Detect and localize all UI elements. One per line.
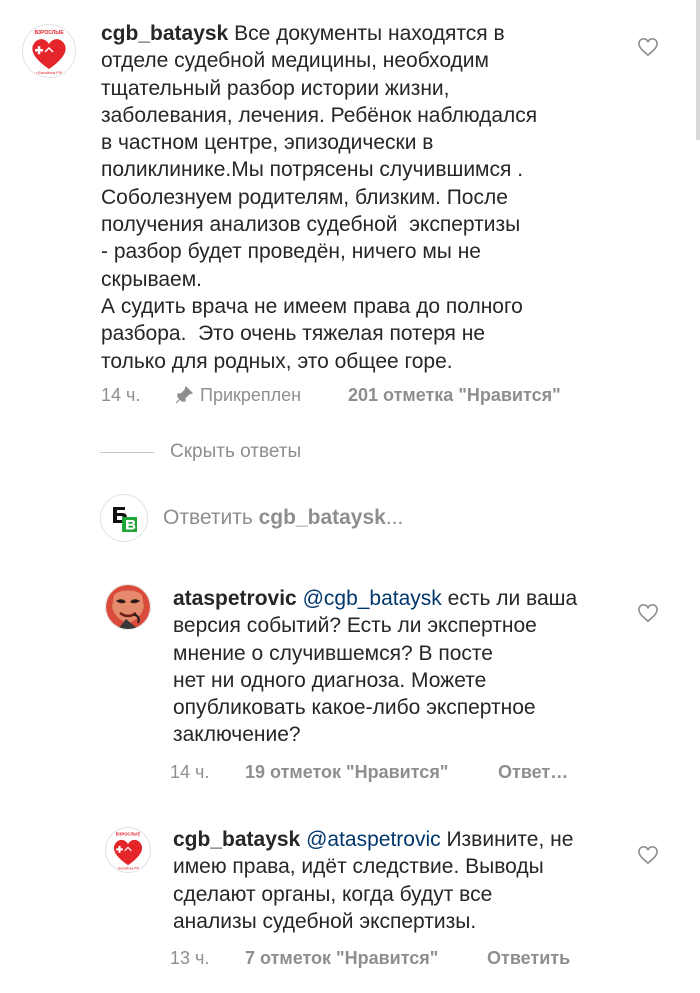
hospital-logo-icon: ВЗРОСЛЫЕ г.Батайска РФ <box>106 828 150 872</box>
reply-mention[interactable]: @ataspetrovic <box>306 828 441 851</box>
comment-meta: 14 ч. Прикреплен 201 отметка "Нравится" <box>101 385 661 409</box>
reply-text: ataspetrovic @cgb_bataysk есть ли ваша в… <box>173 585 633 749</box>
pin-icon <box>175 385 194 409</box>
reply-body: есть ли ваша версия событий? Есть ли экс… <box>173 587 578 747</box>
avatar-ataspetrovic[interactable] <box>105 584 151 630</box>
reply-time: 14 ч. <box>170 762 210 782</box>
comment-text: cgb_bataysk Все документы находятся в от… <box>101 20 661 375</box>
avatar-cgb-bataysk[interactable]: ВЗРОСЛЫЕ г.Батайска РФ <box>22 24 76 78</box>
avatar-bv-current-user <box>100 494 148 542</box>
reply-time: 13 ч. <box>170 948 210 968</box>
svg-text:г.Батайска РФ: г.Батайска РФ <box>36 70 62 75</box>
scrollbar-edge[interactable] <box>696 0 700 140</box>
svg-text:г.Батайска РФ: г.Батайска РФ <box>117 866 139 870</box>
svg-text:ВЗРОСЛЫЕ: ВЗРОСЛЫЕ <box>116 832 141 837</box>
reply-meta: 13 ч. 7 отметок "Нравится" Ответить <box>170 948 620 972</box>
avatar-cgb-bataysk-reply[interactable]: ВЗРОСЛЫЕ г.Батайска РФ <box>105 827 151 873</box>
hide-replies-button[interactable]: Скрыть ответы <box>170 441 301 463</box>
svg-text:ВЗРОСЛЫЕ: ВЗРОСЛЫЕ <box>34 30 64 36</box>
hospital-logo-icon: ВЗРОСЛЫЕ г.Батайска РФ <box>24 26 74 76</box>
reply-input[interactable]: Ответить cgb_bataysk... <box>163 506 403 530</box>
reply-username[interactable]: cgb_bataysk <box>173 828 300 851</box>
reply-input-prefix: Ответить <box>163 506 253 529</box>
reply-button[interactable]: Ответ… <box>498 762 568 783</box>
reply-input-target: cgb_bataysk <box>258 506 386 529</box>
heart-outline-icon[interactable] <box>637 603 659 623</box>
heart-outline-icon[interactable] <box>637 845 659 865</box>
replies-divider <box>100 452 154 453</box>
reply-input-ellipsis: ... <box>385 506 404 529</box>
comment-likes[interactable]: 201 отметка "Нравится" <box>348 385 561 406</box>
comment-time: 14 ч. <box>101 385 141 405</box>
heart-outline-icon[interactable] <box>637 37 659 57</box>
reply-username[interactable]: ataspetrovic <box>173 587 297 610</box>
pinned-label: Прикреплен <box>200 385 302 405</box>
reply-likes[interactable]: 19 отметок "Нравится" <box>245 762 448 783</box>
reply-meta: 14 ч. 19 отметок "Нравится" Ответ… <box>170 762 620 786</box>
bv-logo-icon <box>102 496 146 540</box>
comment-username[interactable]: cgb_bataysk <box>101 22 228 45</box>
comment-body: Все документы находятся в отделе судебно… <box>101 22 538 373</box>
reply-button[interactable]: Ответить <box>487 948 570 969</box>
reply-mention[interactable]: @cgb_bataysk <box>303 587 442 610</box>
reply-likes[interactable]: 7 отметок "Нравится" <box>245 948 438 969</box>
reply-text: cgb_bataysk @ataspetrovic Извините, не и… <box>173 826 633 935</box>
artwork-face-avatar-icon <box>106 585 150 629</box>
